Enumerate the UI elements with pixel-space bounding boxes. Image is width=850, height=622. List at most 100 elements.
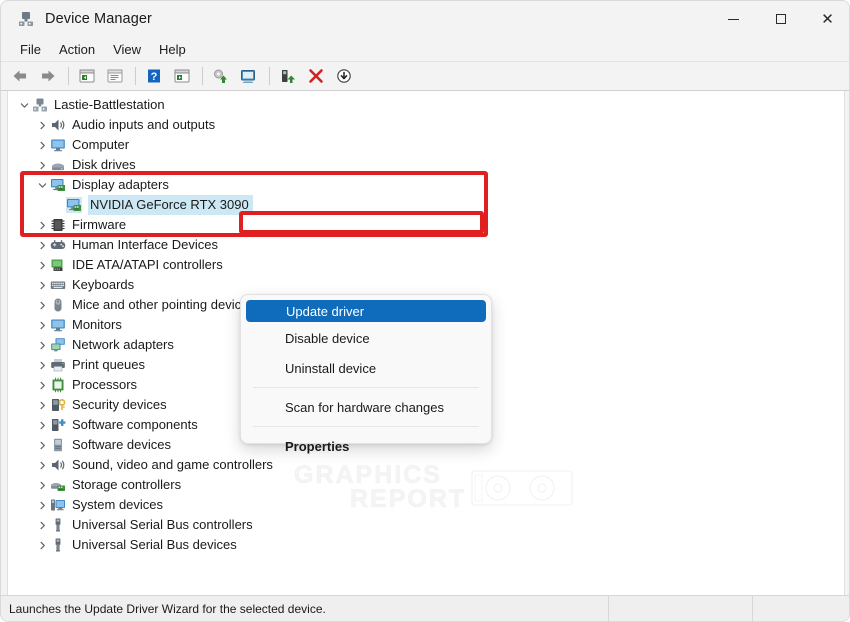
tree-item-system-devices[interactable]: System devices — [8, 495, 844, 515]
context-menu: Update driver Disable device Uninstall d… — [240, 294, 492, 454]
tree-item-label: Storage controllers — [72, 477, 182, 492]
context-menu-item-scan-for-hardware-changes[interactable]: Scan for hardware changes — [245, 392, 487, 422]
device-manager-icon — [17, 10, 35, 28]
chevron-right-icon[interactable] — [34, 355, 50, 375]
chevron-right-icon[interactable] — [34, 395, 50, 415]
chevron-right-icon[interactable] — [34, 415, 50, 435]
chevron-right-icon[interactable] — [34, 215, 50, 235]
chevron-right-icon[interactable] — [34, 155, 50, 175]
tree-item-keyboards[interactable]: Keyboards — [8, 275, 844, 295]
chevron-right-icon[interactable] — [34, 315, 50, 335]
tree-item-display-adapters[interactable]: Display adapters — [8, 175, 844, 195]
tree-item-label: Universal Serial Bus devices — [72, 537, 237, 552]
tree-item-universal-serial-bus-devices[interactable]: Universal Serial Bus devices — [8, 535, 844, 555]
chevron-right-icon[interactable] — [34, 515, 50, 535]
tree-item-label: NVIDIA GeForce RTX 3090 — [88, 195, 253, 215]
tree-item-label: Print queues — [72, 357, 145, 372]
tree-item-disk-drives[interactable]: Disk drives — [8, 155, 844, 175]
tree-item-label: Audio inputs and outputs — [72, 117, 216, 132]
close-button[interactable]: ✕ — [804, 1, 849, 37]
chevron-right-icon[interactable] — [34, 275, 50, 295]
toolbar-separator — [68, 67, 69, 85]
minimize-button[interactable] — [710, 1, 757, 37]
tree-item-audio-inputs-and-outputs[interactable]: Audio inputs and outputs — [8, 115, 844, 135]
software-component-icon — [50, 417, 66, 433]
chevron-right-icon[interactable] — [34, 375, 50, 395]
tree-item-computer[interactable]: Computer — [8, 135, 844, 155]
ide-controller-icon — [50, 257, 66, 273]
toolbar-separator — [135, 67, 136, 85]
firmware-chip-icon — [50, 217, 66, 233]
enable-device-icon[interactable] — [275, 64, 301, 88]
chevron-down-icon[interactable] — [34, 175, 50, 195]
chevron-right-icon[interactable] — [34, 435, 50, 455]
chevron-right-icon[interactable] — [34, 495, 50, 515]
properties-icon[interactable] — [102, 64, 128, 88]
tree-item-nvidia-geforce-rtx-3090[interactable]: NVIDIA GeForce RTX 3090 — [8, 195, 844, 215]
gamepad-icon — [50, 237, 66, 253]
context-menu-separator — [253, 387, 479, 388]
context-menu-item-disable-device[interactable]: Disable device — [245, 323, 487, 353]
tree-item-root[interactable]: Lastie-Battlestation — [8, 95, 844, 115]
title-bar: Device Manager ✕ — [1, 1, 849, 37]
chevron-right-icon[interactable] — [34, 535, 50, 555]
tree-item-label: Keyboards — [72, 277, 135, 292]
keyboard-icon — [50, 277, 66, 293]
context-menu-item-uninstall-device[interactable]: Uninstall device — [245, 353, 487, 383]
tree-item-ide-ata-atapi-controllers[interactable]: IDE ATA/ATAPI controllers — [8, 255, 844, 275]
tree-item-universal-serial-bus-controllers[interactable]: Universal Serial Bus controllers — [8, 515, 844, 535]
back-icon[interactable] — [7, 64, 33, 88]
show-hide-console-tree-icon[interactable] — [74, 64, 100, 88]
tree-item-label: Monitors — [72, 317, 122, 332]
window-title: Device Manager — [45, 11, 152, 27]
chevron-right-icon[interactable] — [34, 235, 50, 255]
chevron-down-icon[interactable] — [16, 95, 32, 115]
toolbar-separator — [269, 67, 270, 85]
tree-item-firmware[interactable]: Firmware — [8, 215, 844, 235]
menu-action[interactable]: Action — [50, 39, 104, 60]
speaker-icon — [50, 457, 66, 473]
menu-view[interactable]: View — [104, 39, 150, 60]
security-device-icon — [50, 397, 66, 413]
chevron-right-icon[interactable] — [34, 115, 50, 135]
context-menu-item-properties[interactable]: Properties — [245, 431, 487, 461]
uninstall-device-icon[interactable] — [303, 64, 329, 88]
context-menu-item-update-driver[interactable]: Update driver — [246, 300, 486, 322]
tree-item-label: System devices — [72, 497, 164, 512]
scan-for-hardware-changes-icon[interactable] — [208, 64, 234, 88]
mouse-icon — [50, 297, 66, 313]
chevron-right-icon[interactable] — [34, 295, 50, 315]
chevron-right-icon[interactable] — [34, 455, 50, 475]
forward-icon[interactable] — [35, 64, 61, 88]
tree-item-label: Processors — [72, 377, 138, 392]
tree-item-storage-controllers[interactable]: Storage controllers — [8, 475, 844, 495]
maximize-button[interactable] — [757, 1, 804, 37]
tree-item-human-interface-devices[interactable]: Human Interface Devices — [8, 235, 844, 255]
chevron-right-icon[interactable] — [34, 335, 50, 355]
chevron-right-icon[interactable] — [34, 135, 50, 155]
monitor-icon — [50, 137, 66, 153]
tree-item-label: Software components — [72, 417, 198, 432]
chevron-right-icon[interactable] — [34, 475, 50, 495]
tree-item-label: Network adapters — [72, 337, 174, 352]
status-pane-2 — [609, 595, 753, 621]
tree-item-label: Computer — [72, 137, 130, 152]
printer-icon — [50, 357, 66, 373]
menu-bar: File Action View Help — [1, 37, 849, 62]
usb-icon — [50, 517, 66, 533]
update-driver-icon[interactable] — [236, 64, 262, 88]
usb-icon — [50, 537, 66, 553]
tree-item-label: Lastie-Battlestation — [54, 97, 165, 112]
storage-controller-icon — [50, 477, 66, 493]
software-device-icon — [50, 437, 66, 453]
tree-item-label: Mice and other pointing devices — [72, 297, 255, 312]
menu-help[interactable]: Help — [150, 39, 195, 60]
tree-item-label: Firmware — [72, 217, 127, 232]
help-icon[interactable]: ? — [141, 64, 167, 88]
menu-file[interactable]: File — [11, 39, 50, 60]
status-bar: Launches the Update Driver Wizard for th… — [1, 595, 849, 621]
speaker-icon — [50, 117, 66, 133]
chevron-right-icon[interactable] — [34, 255, 50, 275]
display-devices-icon[interactable] — [169, 64, 195, 88]
disable-device-icon[interactable] — [331, 64, 357, 88]
